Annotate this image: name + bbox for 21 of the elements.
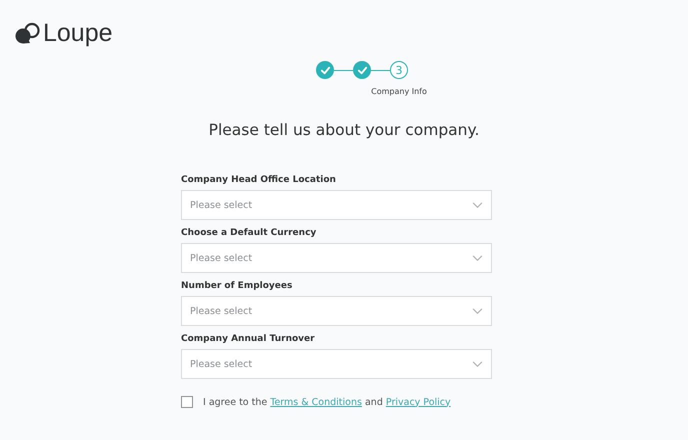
field-label: Company Head Office Location [181, 175, 337, 185]
agreement-text: I agree to the Terms & Conditions and Privacy Policy [203, 396, 451, 408]
select-field[interactable]: Please select [181, 190, 492, 220]
chevron-down-icon [472, 308, 483, 314]
chevron-down-icon [472, 254, 483, 262]
field-label: Company Annual Turnover [181, 334, 316, 344]
logo-text: Loupe [43, 20, 113, 46]
step-label: Company Info [371, 87, 427, 96]
page-heading: Please tell us about your company. [208, 121, 480, 139]
field-label: Choose a Default Currency [181, 228, 318, 238]
select-field[interactable]: Please select [181, 243, 492, 273]
agree-checkbox[interactable] [181, 396, 193, 408]
field-label: Number of Employees [181, 281, 294, 291]
chevron-down-icon [472, 202, 483, 208]
current-step: 3 [390, 61, 408, 79]
select-field[interactable]: Please select [181, 349, 492, 379]
privacy-policy-link[interactable]: Privacy Policy [386, 396, 451, 408]
terms-link[interactable]: Terms & Conditions [270, 396, 362, 408]
chevron-down-icon [472, 360, 483, 368]
select-field[interactable]: Please select [181, 296, 492, 326]
logo-icon [15, 22, 41, 44]
